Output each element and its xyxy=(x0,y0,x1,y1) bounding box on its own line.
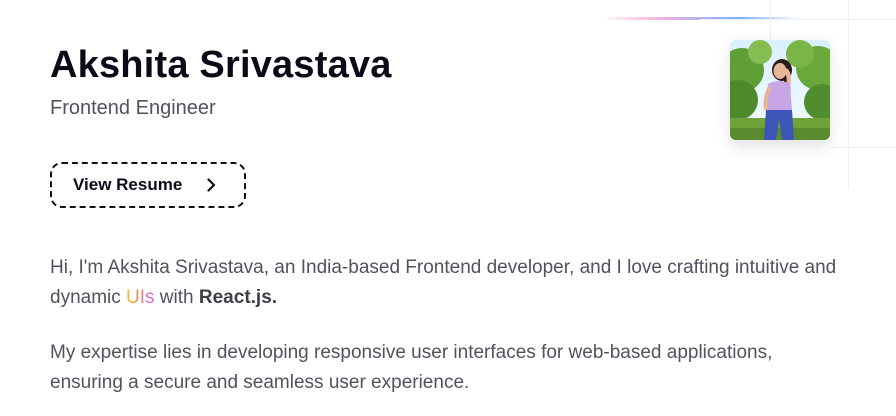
chevron-right-icon xyxy=(207,178,216,192)
bio-intro-text-2: with xyxy=(154,287,199,308)
profile-name: Akshita Srivastava xyxy=(50,44,392,86)
decorative-grid-line xyxy=(700,19,896,20)
bio-strong-react: React.js. xyxy=(198,287,278,308)
bio-highlight-uis: UIs xyxy=(126,287,155,308)
view-resume-button[interactable]: View Resume xyxy=(50,162,246,208)
profile-photo xyxy=(730,40,830,140)
decorative-grid-line xyxy=(830,147,896,148)
bio-expertise: My expertise lies in developing responsi… xyxy=(50,342,773,393)
view-resume-label: View Resume xyxy=(73,175,183,194)
bio-intro: Hi, I'm Akshita Srivastava, an India-bas… xyxy=(50,253,840,313)
portfolio-hero: Akshita Srivastava Frontend Engineer Vie… xyxy=(0,0,896,416)
decorative-grid-line xyxy=(848,0,849,190)
profile-photo-image xyxy=(730,40,830,140)
profile-role: Frontend Engineer xyxy=(50,97,216,119)
